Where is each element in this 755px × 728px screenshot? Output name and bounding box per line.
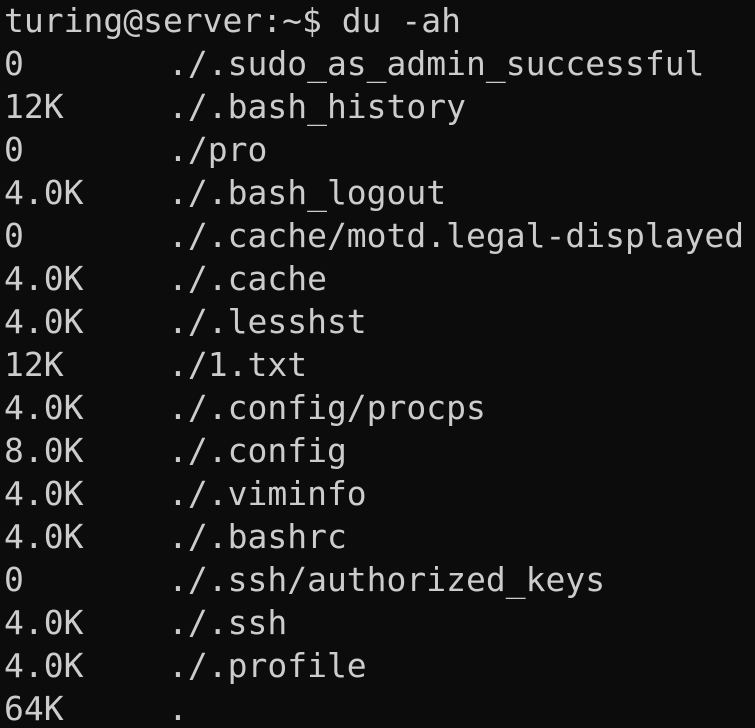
file-path: ./.bash_logout (168, 173, 447, 212)
output-row: 4.0K ./.bash_logout (4, 171, 755, 214)
disk-usage-size: 0 (4, 44, 24, 83)
file-path: ./.ssh/authorized_keys (168, 560, 606, 599)
output-row: 0 ./.sudo_as_admin_successful (4, 42, 755, 85)
file-path: ./.config (168, 431, 347, 470)
disk-usage-size: 4.0K (4, 173, 84, 212)
disk-usage-size: 0 (4, 216, 24, 255)
file-path: ./1.txt (168, 345, 308, 384)
file-path: ./.profile (168, 646, 367, 685)
file-path: ./.bashrc (168, 517, 347, 556)
output-row: 4.0K ./.config/procps (4, 386, 755, 429)
output-row: 8.0K ./.config (4, 429, 755, 472)
output-row: 0 ./.ssh/authorized_keys (4, 558, 755, 601)
file-path: ./pro (168, 130, 268, 169)
disk-usage-size: 8.0K (4, 431, 84, 470)
file-path: ./.ssh (168, 603, 288, 642)
output-row: 4.0K ./.profile (4, 644, 755, 687)
output-row: 4.0K ./.bashrc (4, 515, 755, 558)
command-line: turing@server:~$ du -ah (4, 0, 755, 42)
disk-usage-size: 64K (4, 689, 64, 728)
output-row: 0 ./.cache/motd.legal-displayed (4, 214, 755, 257)
disk-usage-size: 12K (4, 87, 64, 126)
output-row: 12K ./.bash_history (4, 85, 755, 128)
file-path: ./.cache (168, 259, 327, 298)
file-path: ./.sudo_as_admin_successful (168, 44, 705, 83)
terminal-window[interactable]: turing@server:~$ du -ah 0 ./.sudo_as_admi… (0, 0, 755, 728)
disk-usage-size: 4.0K (4, 259, 84, 298)
file-path: ./.lesshst (168, 302, 367, 341)
output-row: 64K. (4, 687, 755, 728)
command-text: du -ah (341, 1, 461, 40)
output-row: 4.0K ./.viminfo (4, 472, 755, 515)
file-path: ./.viminfo (168, 474, 367, 513)
shell-prompt: turing@server:~$ (4, 1, 342, 40)
disk-usage-size: 4.0K (4, 474, 84, 513)
file-path: ./.bash_history (168, 87, 467, 126)
output-row: 4.0K ./.cache (4, 257, 755, 300)
output-row: 4.0K ./.ssh (4, 601, 755, 644)
disk-usage-size: 0 (4, 560, 24, 599)
disk-usage-size: 0 (4, 130, 24, 169)
file-path: ./.config/procps (168, 388, 486, 427)
disk-usage-size: 4.0K (4, 603, 84, 642)
disk-usage-size: 4.0K (4, 302, 84, 341)
file-path: ./.cache/motd.legal-displayed (168, 216, 745, 255)
disk-usage-size: 12K (4, 345, 64, 384)
output-row: 0 ./pro (4, 128, 755, 171)
disk-usage-size: 4.0K (4, 646, 84, 685)
output-row: 4.0K ./.lesshst (4, 300, 755, 343)
disk-usage-size: 4.0K (4, 388, 84, 427)
disk-usage-size: 4.0K (4, 517, 84, 556)
output-row: 12K ./1.txt (4, 343, 755, 386)
file-path: . (168, 689, 188, 728)
